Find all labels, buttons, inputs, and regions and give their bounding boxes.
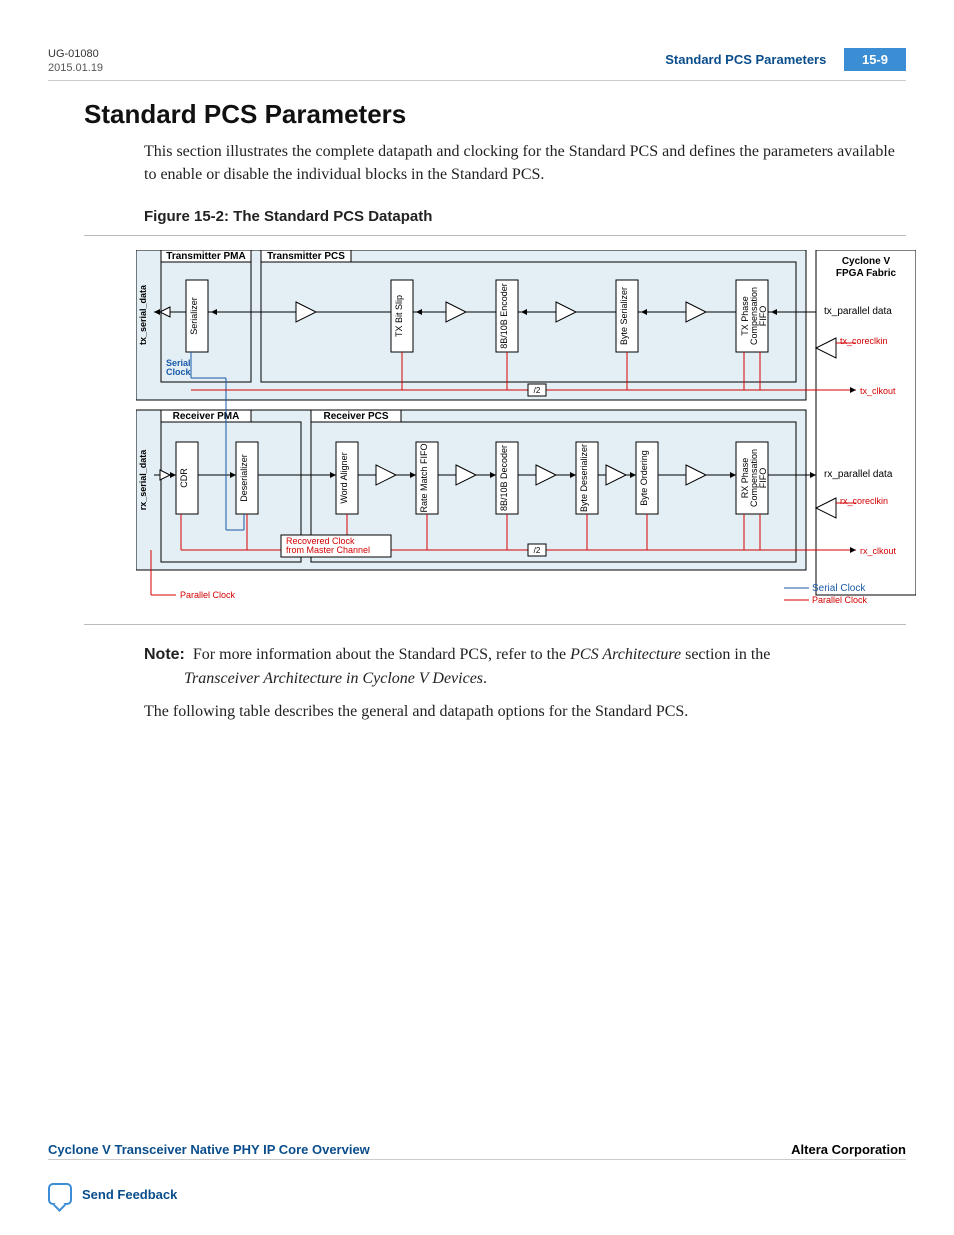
- svg-text:tx_coreclkin: tx_coreclkin: [840, 336, 888, 346]
- svg-text:Parallel Clock: Parallel Clock: [180, 590, 236, 600]
- note-text-1: For more information about the Standard …: [193, 646, 570, 663]
- svg-text:Serial Clock: Serial Clock: [812, 583, 866, 594]
- svg-text:Word Aligner: Word Aligner: [339, 453, 349, 504]
- svg-text:FIFO: FIFO: [758, 306, 768, 327]
- table-intro: The following table describes the genera…: [144, 700, 904, 723]
- header-title: Standard PCS Parameters: [665, 52, 826, 67]
- tx-byte-serializer: Byte Serializer: [616, 280, 638, 352]
- svg-text:Byte Deserializer: Byte Deserializer: [579, 444, 589, 512]
- doc-id: UG-01080: [48, 48, 103, 60]
- feedback-label: Send Feedback: [82, 1187, 177, 1202]
- svg-text:Receiver PCS: Receiver PCS: [323, 411, 388, 422]
- svg-text:rx_clkout: rx_clkout: [860, 546, 897, 556]
- svg-text:CDR: CDR: [179, 468, 189, 488]
- figure-caption: Figure 15-2: The Standard PCS Datapath: [144, 208, 906, 225]
- send-feedback-link[interactable]: Send Feedback: [48, 1183, 906, 1205]
- svg-text:TX Bit Slip: TX Bit Slip: [394, 295, 404, 337]
- header-right: Standard PCS Parameters 15-9: [665, 48, 906, 71]
- footer-left[interactable]: Cyclone V Transceiver Native PHY IP Core…: [48, 1142, 370, 1157]
- footer-right: Altera Corporation: [791, 1142, 906, 1157]
- header-rule: [48, 80, 906, 81]
- svg-text:8B/10B Encoder: 8B/10B Encoder: [499, 284, 509, 350]
- svg-text:/2: /2: [534, 386, 541, 395]
- note-em-1: PCS Architecture: [570, 646, 681, 663]
- note-em-2: Transceiver Architecture in Cyclone V De…: [184, 670, 483, 687]
- note-label: Note:: [144, 646, 185, 663]
- svg-text:Rate Match FIFO: Rate Match FIFO: [419, 444, 429, 513]
- rx-word-aligner: Word Aligner: [336, 442, 358, 514]
- rx-byte-ordering: Byte Ordering: [636, 442, 658, 514]
- page-header: UG-01080 2015.01.19 Standard PCS Paramet…: [48, 48, 906, 74]
- tx-8b10b-encoder: 8B/10B Encoder: [496, 280, 518, 352]
- section-heading: Standard PCS Parameters: [84, 99, 906, 130]
- svg-text:/2: /2: [534, 546, 541, 555]
- svg-text:Byte Serializer: Byte Serializer: [619, 287, 629, 345]
- svg-text:tx_parallel data: tx_parallel data: [824, 306, 892, 317]
- svg-text:Serializer: Serializer: [189, 298, 199, 336]
- svg-text:FPGA Fabric: FPGA Fabric: [836, 268, 897, 279]
- svg-text:Transmitter PMA: Transmitter PMA: [166, 251, 245, 262]
- figure-rule: [84, 235, 906, 236]
- svg-text:Transmitter PCS: Transmitter PCS: [267, 251, 345, 262]
- svg-text:rx_parallel data: rx_parallel data: [824, 469, 893, 480]
- tx-bit-slip: TX Bit Slip: [391, 280, 413, 352]
- tx-phase-comp-fifo: TX Phase Compensation FIFO: [736, 280, 768, 352]
- doc-date: 2015.01.19: [48, 62, 103, 74]
- svg-text:tx_clkout: tx_clkout: [860, 386, 896, 396]
- rx-cdr: CDR: [176, 442, 198, 514]
- svg-text:tx_serial_data: tx_serial_data: [138, 284, 148, 345]
- svg-text:8B/10B Decoder: 8B/10B Decoder: [499, 445, 509, 511]
- svg-text:Receiver PMA: Receiver PMA: [173, 411, 240, 422]
- note-text-2: section in the: [681, 646, 770, 663]
- figure-rule-bottom: [84, 624, 906, 625]
- svg-text:Byte Ordering: Byte Ordering: [639, 451, 649, 507]
- svg-text:Cyclone V: Cyclone V: [842, 256, 891, 267]
- svg-text:FIFO: FIFO: [758, 468, 768, 489]
- note-block: Note: For more information about the Sta…: [144, 643, 904, 689]
- rx-phase-comp-fifo: RX Phase Compensation FIFO: [736, 442, 768, 514]
- svg-text:Clock: Clock: [166, 367, 192, 377]
- note-text-3: .: [483, 670, 487, 687]
- page-number: 15-9: [844, 48, 906, 71]
- page-footer: Cyclone V Transceiver Native PHY IP Core…: [48, 1157, 906, 1205]
- rx-byte-deserializer: Byte Deserializer: [576, 442, 598, 514]
- rx-rate-match-fifo: Rate Match FIFO: [416, 442, 438, 514]
- rx-8b10b-decoder: 8B/10B Decoder: [496, 442, 518, 514]
- svg-text:Deserializer: Deserializer: [239, 455, 249, 503]
- svg-text:from Master Channel: from Master Channel: [286, 545, 370, 555]
- svg-text:rx_coreclkin: rx_coreclkin: [840, 496, 888, 506]
- rx-deserializer: Deserializer: [236, 442, 258, 514]
- tx-serializer: Serializer: [186, 280, 208, 352]
- svg-text:rx_serial_data: rx_serial_data: [138, 449, 148, 511]
- svg-text:Parallel Clock: Parallel Clock: [812, 595, 868, 605]
- intro-text: This section illustrates the complete da…: [144, 140, 904, 186]
- standard-pcs-diagram: Cyclone V FPGA Fabric Transmitter PMA Tr…: [136, 250, 906, 610]
- feedback-icon: [48, 1183, 72, 1205]
